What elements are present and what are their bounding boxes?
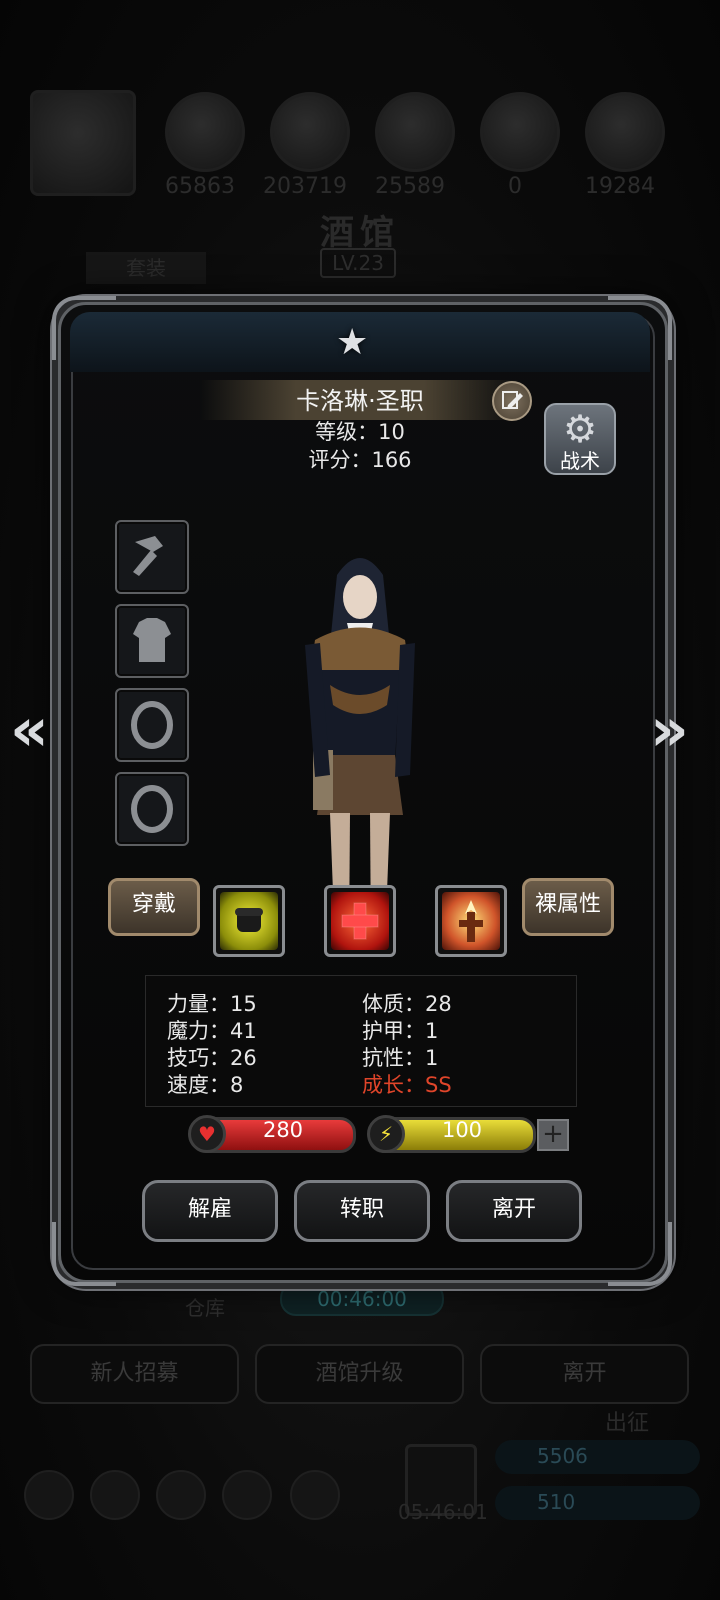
equip-button[interactable]: 穿戴 bbox=[108, 878, 200, 936]
stone-orb-icon bbox=[375, 92, 455, 172]
edit-name-button[interactable] bbox=[492, 381, 532, 421]
armor-slot[interactable] bbox=[115, 604, 189, 678]
stat-skill: 技巧：26 bbox=[167, 1046, 257, 1070]
skill-slot[interactable] bbox=[324, 885, 396, 957]
coin-counter: 5506 bbox=[495, 1440, 700, 1474]
resource-value: 203719 bbox=[263, 174, 347, 199]
bg-leave-button: 离开 bbox=[480, 1344, 689, 1404]
menu-icon bbox=[290, 1470, 340, 1520]
frame-ornament bbox=[52, 296, 116, 360]
ring-icon bbox=[131, 785, 173, 833]
ring-slot[interactable] bbox=[115, 688, 189, 762]
stat-resist: 抗性：1 bbox=[362, 1046, 439, 1070]
star-icon: ★ bbox=[336, 322, 369, 363]
frame-ornament bbox=[608, 1222, 672, 1286]
pencil-icon bbox=[502, 391, 523, 409]
portrait-icon bbox=[30, 90, 136, 196]
heal-skill-icon bbox=[331, 892, 389, 950]
hero-level: 等级：10 bbox=[315, 420, 405, 444]
tavern-level: LV.23 bbox=[320, 248, 396, 278]
ring-slot[interactable] bbox=[115, 772, 189, 846]
menu-icon bbox=[24, 1470, 74, 1520]
menu-icon bbox=[156, 1470, 206, 1520]
gear-icon: ⚙ bbox=[562, 407, 598, 451]
base-attributes-button[interactable]: 裸属性 bbox=[522, 878, 614, 936]
leave-button[interactable]: 离开 bbox=[446, 1180, 582, 1242]
frame-ornament bbox=[52, 1222, 116, 1286]
resource-value: 25589 bbox=[375, 174, 445, 199]
tavern-title: 酒馆 bbox=[320, 213, 400, 253]
skill-slot[interactable] bbox=[213, 885, 285, 957]
warehouse-label: 仓库 bbox=[185, 1296, 225, 1320]
recruit-button: 新人招募 bbox=[30, 1344, 239, 1404]
hero-name: 卡洛琳·圣职 bbox=[296, 387, 424, 415]
stat-strength: 力量：15 bbox=[167, 992, 257, 1016]
resource-value: 19284 bbox=[585, 174, 655, 199]
stat-armor: 护甲：1 bbox=[362, 1019, 439, 1043]
resource-value: 65863 bbox=[165, 174, 235, 199]
prev-hero-arrow[interactable]: « bbox=[10, 695, 49, 765]
gem-counter: 510 bbox=[495, 1486, 700, 1520]
gold-orb-icon bbox=[270, 92, 350, 172]
armor-icon bbox=[133, 618, 171, 662]
lightning-icon: ⚡ bbox=[367, 1115, 405, 1153]
set-tab: 套装 bbox=[86, 252, 206, 284]
weapon-slot[interactable] bbox=[115, 520, 189, 594]
water-orb-icon bbox=[480, 92, 560, 172]
add-energy-button[interactable]: + bbox=[537, 1119, 569, 1151]
skill-slot[interactable] bbox=[435, 885, 507, 957]
shadow-orb-icon bbox=[585, 92, 665, 172]
hp-value: 280 bbox=[262, 1118, 304, 1142]
fist-skill-icon bbox=[220, 892, 278, 950]
bg-timer: 00:46:00 bbox=[280, 1282, 444, 1316]
heart-icon: ♥ bbox=[188, 1115, 226, 1153]
stat-magic: 魔力：41 bbox=[167, 1019, 257, 1043]
gift-timer: 05:46:01 bbox=[398, 1500, 488, 1524]
tactics-button[interactable]: ⚙ 战术 bbox=[544, 403, 616, 475]
expedition-label: 出征 bbox=[605, 1411, 650, 1436]
frame-ornament bbox=[608, 296, 672, 360]
energy-value: 100 bbox=[441, 1118, 483, 1142]
menu-icon bbox=[222, 1470, 272, 1520]
stat-growth: 成长：SS bbox=[362, 1073, 452, 1097]
menu-icon bbox=[90, 1470, 140, 1520]
resource-value: 0 bbox=[508, 174, 522, 199]
stat-constitution: 体质：28 bbox=[362, 992, 452, 1016]
tavern-upgrade-button: 酒馆升级 bbox=[255, 1344, 464, 1404]
dismiss-button[interactable]: 解雇 bbox=[142, 1180, 278, 1242]
hero-score: 评分：166 bbox=[308, 448, 412, 472]
holy-flame-skill-icon bbox=[442, 892, 500, 950]
stat-speed: 速度：8 bbox=[167, 1073, 244, 1097]
fire-orb-icon bbox=[165, 92, 245, 172]
next-hero-arrow[interactable]: » bbox=[650, 695, 689, 765]
job-change-button[interactable]: 转职 bbox=[294, 1180, 430, 1242]
ring-icon bbox=[131, 701, 173, 749]
resource-bar: 65863 203719 25589 0 19284 bbox=[30, 90, 700, 202]
hammer-icon bbox=[133, 536, 163, 576]
tactics-label: 战术 bbox=[560, 449, 600, 473]
